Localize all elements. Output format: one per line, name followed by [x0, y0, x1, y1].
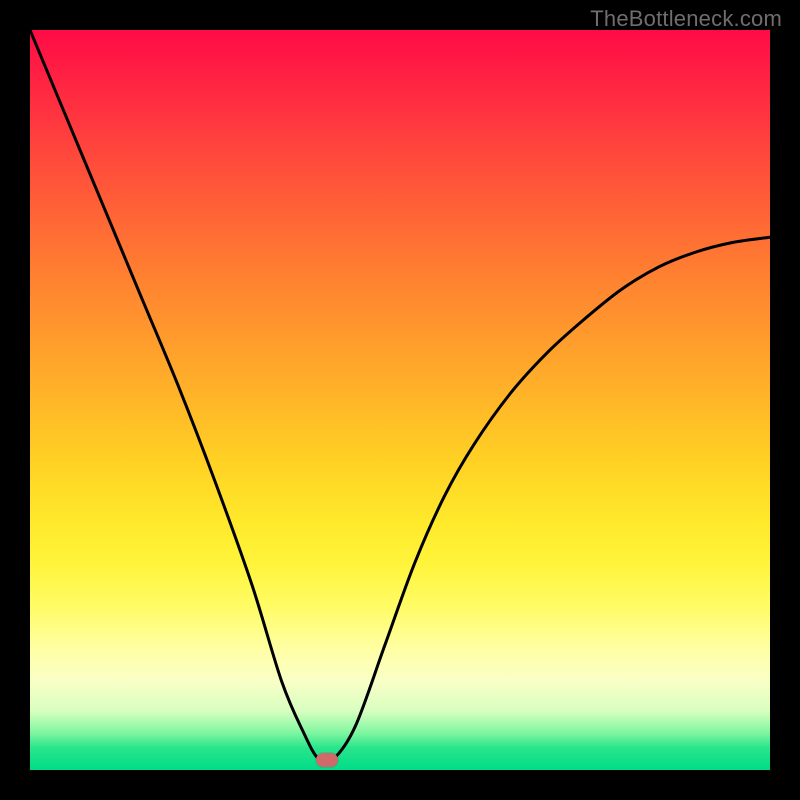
bottleneck-curve: [30, 30, 770, 770]
chart-plot-area: [30, 30, 770, 770]
chart-frame: TheBottleneck.com: [0, 0, 800, 800]
optimum-marker: [316, 753, 338, 767]
watermark-text: TheBottleneck.com: [590, 6, 782, 32]
